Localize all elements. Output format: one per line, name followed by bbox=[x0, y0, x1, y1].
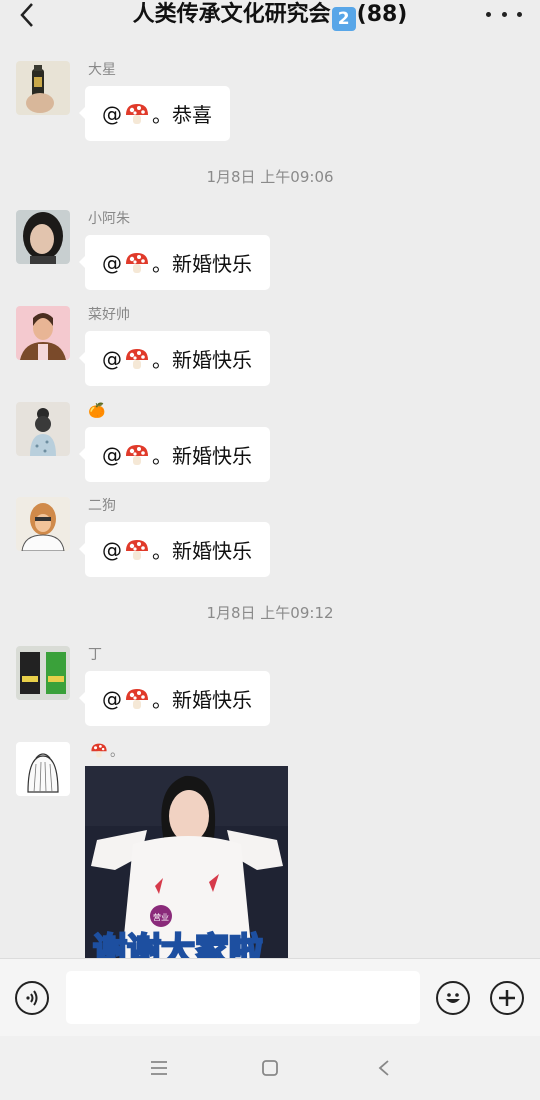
emoji-icon bbox=[446, 993, 460, 1003]
mushroom-avatar-icon bbox=[91, 743, 107, 758]
sender-name: 。 bbox=[88, 742, 124, 761]
home-nav-button[interactable] bbox=[258, 1056, 282, 1080]
avatar[interactable] bbox=[16, 742, 70, 796]
avatar[interactable] bbox=[16, 402, 70, 456]
at-symbol: @ bbox=[102, 250, 122, 275]
menu-nav-button[interactable] bbox=[147, 1056, 171, 1080]
sender-name: 🍊 bbox=[88, 403, 106, 419]
avatar[interactable] bbox=[16, 210, 70, 264]
mushroom-avatar-icon bbox=[126, 444, 148, 465]
message-bubble[interactable]: @ 。新婚快乐 bbox=[79, 331, 270, 386]
at-symbol: @ bbox=[102, 537, 122, 562]
more-dots-icon bbox=[486, 11, 491, 17]
sender-name: 大星 bbox=[88, 62, 116, 78]
chat-title: 人类传承文化研究会 2 (88) bbox=[0, 1, 540, 31]
message-text: 。新婚快乐 bbox=[152, 348, 252, 372]
sender-name-suffix: 。 bbox=[110, 744, 124, 760]
avatar[interactable] bbox=[16, 497, 70, 551]
message-text: 。新婚快乐 bbox=[152, 444, 252, 468]
mushroom-avatar-icon bbox=[126, 252, 148, 273]
message-bubble[interactable]: @ 。新婚快乐 bbox=[79, 671, 270, 726]
more-button[interactable] bbox=[486, 0, 522, 28]
plus-button[interactable] bbox=[490, 981, 524, 1015]
at-symbol: @ bbox=[102, 346, 122, 371]
chat-title-text: 人类传承文化研究会 bbox=[132, 2, 331, 27]
plus-icon bbox=[499, 990, 515, 1006]
mushroom-avatar-icon bbox=[126, 539, 148, 560]
input-bar bbox=[0, 958, 540, 1037]
message-text: 。新婚快乐 bbox=[152, 252, 252, 276]
message-input[interactable] bbox=[66, 971, 420, 1024]
message-bubble[interactable]: @ 。新婚快乐 bbox=[79, 522, 270, 577]
member-count: (88) bbox=[356, 2, 408, 27]
avatar[interactable] bbox=[16, 61, 70, 115]
keycap-two-icon: 2 bbox=[331, 7, 356, 31]
at-symbol: @ bbox=[102, 686, 122, 711]
message-text: 。新婚快乐 bbox=[152, 539, 252, 563]
avatar[interactable] bbox=[16, 306, 70, 360]
sender-name: 二狗 bbox=[88, 498, 116, 514]
menu-icon bbox=[151, 1061, 167, 1075]
message-bubble[interactable]: @ 。恭喜 bbox=[79, 86, 230, 141]
mushroom-avatar-icon bbox=[126, 348, 148, 369]
emoji-button[interactable] bbox=[436, 981, 470, 1015]
more-dot bbox=[517, 11, 522, 17]
sender-name: 菜好帅 bbox=[88, 307, 130, 323]
sticker-caption: 谢谢大家啦 bbox=[93, 931, 263, 958]
back-triangle-icon bbox=[378, 1060, 389, 1076]
sticker-badge-text: 营业 bbox=[153, 912, 169, 922]
home-square-icon bbox=[262, 1060, 278, 1076]
voice-button[interactable] bbox=[15, 981, 49, 1015]
system-navigation-bar bbox=[0, 1036, 540, 1100]
at-symbol: @ bbox=[102, 442, 122, 467]
message-bubble[interactable]: @ 。新婚快乐 bbox=[79, 427, 270, 482]
mushroom-avatar-icon bbox=[126, 103, 148, 124]
timestamp: 1月8日 上午09:12 bbox=[206, 604, 334, 622]
message-text: 。恭喜 bbox=[152, 103, 212, 127]
sender-name: 小阿朱 bbox=[88, 211, 130, 227]
sticker-image: 营业 谢谢大家啦 bbox=[85, 766, 288, 958]
message-text: 。新婚快乐 bbox=[152, 688, 252, 712]
at-symbol: @ bbox=[102, 101, 122, 126]
image-message[interactable]: 营业 谢谢大家啦 bbox=[85, 766, 288, 958]
more-dot bbox=[501, 11, 507, 17]
back-nav-button[interactable] bbox=[372, 1056, 396, 1080]
chat-area[interactable]: 大星 @ 。恭喜 1月8日 上午09:06 小阿朱 @ 。新婚快乐 菜好帅 @ … bbox=[0, 44, 540, 958]
message-bubble[interactable]: @ 。新婚快乐 bbox=[79, 235, 270, 290]
voice-icon bbox=[26, 990, 38, 1006]
timestamp: 1月8日 上午09:06 bbox=[206, 168, 334, 186]
sender-name: 丁 bbox=[88, 647, 102, 663]
mushroom-avatar-icon bbox=[126, 688, 148, 709]
chat-header: 人类传承文化研究会 2 (88) bbox=[0, 0, 540, 44]
avatar[interactable] bbox=[16, 646, 70, 700]
